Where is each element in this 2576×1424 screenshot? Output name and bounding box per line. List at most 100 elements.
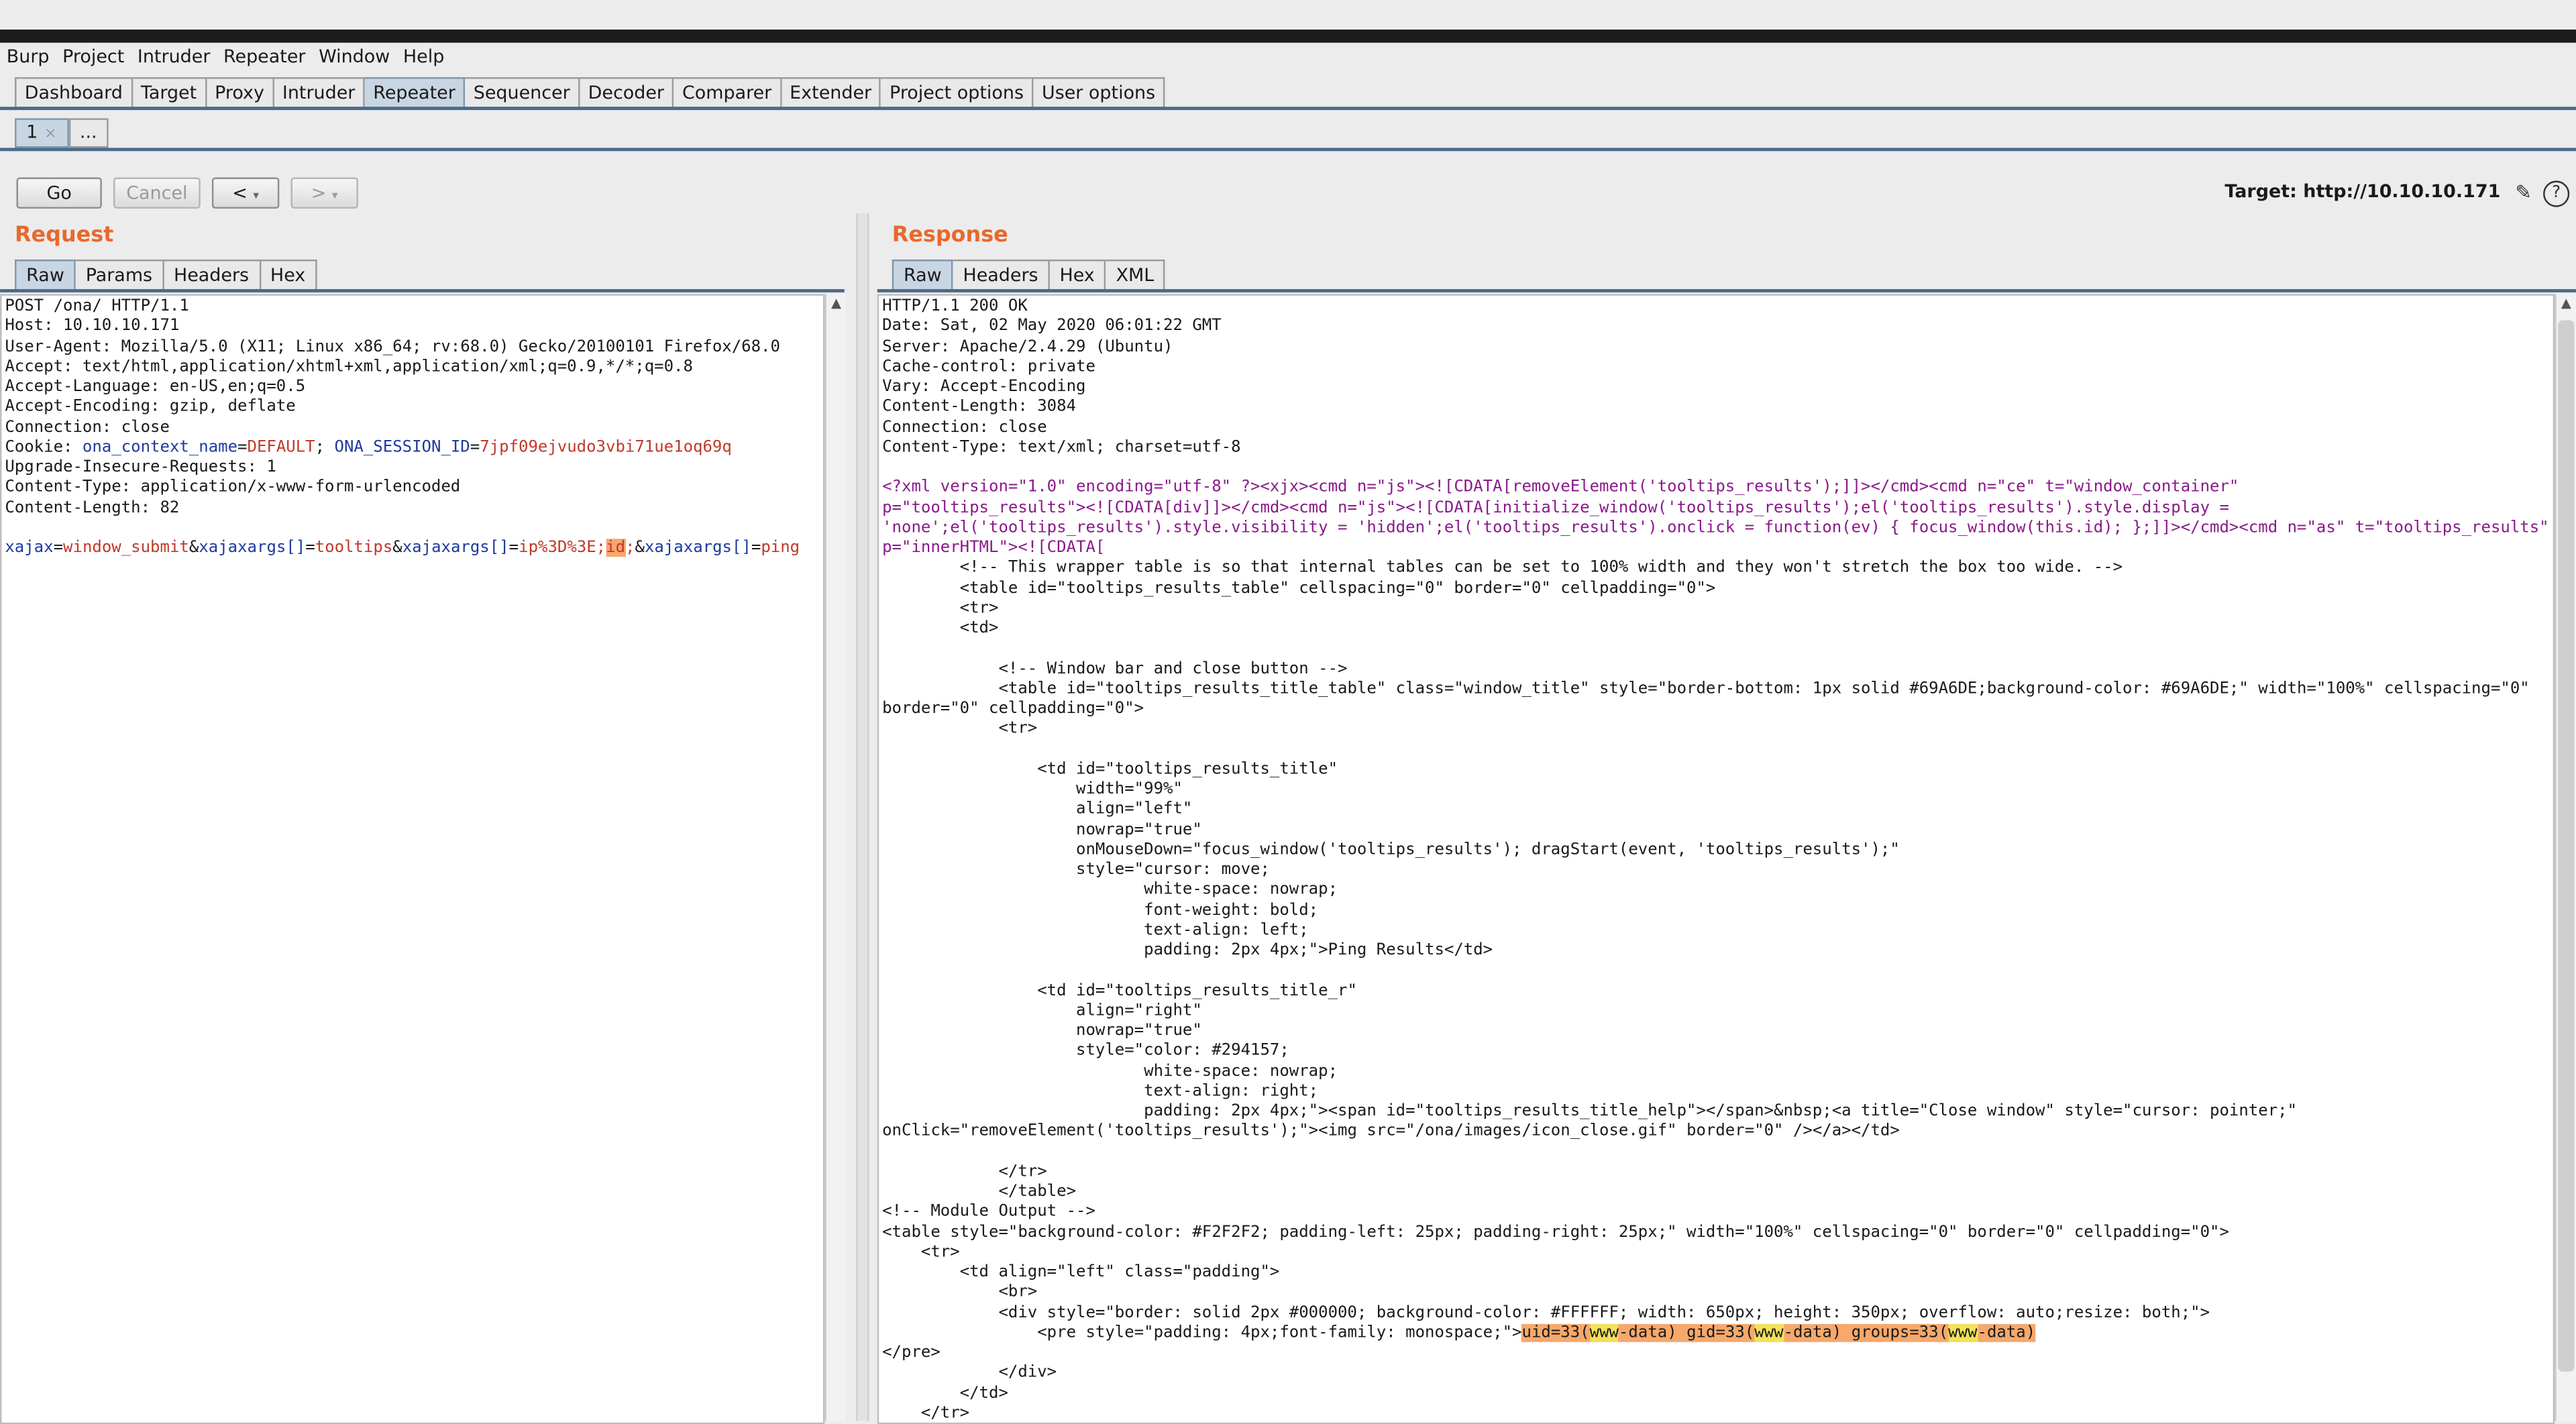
cookie-value: 7jpf09ejvudo3vbi71ue1oq69q xyxy=(480,438,732,457)
response-tab-headers[interactable]: Headers xyxy=(953,259,1050,291)
request-line: Host: 10.10.10.171 xyxy=(5,317,180,336)
tab-sequencer[interactable]: Sequencer xyxy=(465,77,580,109)
close-icon[interactable]: × xyxy=(44,127,56,143)
request-editor[interactable]: POST /ona/ HTTP/1.1 Host: 10.10.10.171 Use… xyxy=(0,294,825,1424)
response-line: text-align: left; xyxy=(882,921,1309,940)
response-line: HTTP/1.1 200 OK xyxy=(882,297,1028,316)
menu-intruder[interactable]: Intruder xyxy=(131,44,217,70)
request-line: Content-Type: application/x-www-form-url… xyxy=(5,478,461,497)
response-line: onClick="removeElement('tooltips_results… xyxy=(882,1122,1900,1141)
response-line: padding: 2px 4px;"><span id="tooltips_re… xyxy=(882,1102,2298,1121)
response-line: </td> xyxy=(882,1384,1008,1403)
cancel-button[interactable]: Cancel xyxy=(113,177,201,209)
request-text: POST /ona/ HTTP/1.1 Host: 10.10.10.171 Use… xyxy=(1,296,822,561)
request-line: User-Agent: Mozilla/5.0 (X11; Linux x86_… xyxy=(5,337,780,356)
output-text: www xyxy=(1754,1323,1784,1342)
param-value: ping xyxy=(761,539,800,557)
main-tab-bar: Dashboard Target Proxy Intruder Repeater… xyxy=(15,77,1165,109)
request-tab-divider xyxy=(0,289,845,292)
menu-help[interactable]: Help xyxy=(396,44,451,70)
request-tab-raw[interactable]: Raw xyxy=(15,259,76,291)
response-line xyxy=(882,1142,2550,1162)
response-line: nowrap="true" xyxy=(882,820,1202,839)
tab-repeater[interactable]: Repeater xyxy=(365,77,466,109)
request-line: Connection: close xyxy=(5,418,170,437)
help-icon[interactable]: ? xyxy=(2543,180,2570,207)
tab-extender[interactable]: Extender xyxy=(781,77,881,109)
xml-line: p="tooltips_results"><![CDATA[div]]></cm… xyxy=(882,498,2229,517)
response-line: <table id="tooltips_results_title_table"… xyxy=(882,679,2530,698)
response-tab-raw[interactable]: Raw xyxy=(892,259,953,291)
response-editor[interactable]: HTTP/1.1 200 OK Date: Sat, 02 May 2020 06… xyxy=(877,294,2555,1424)
chevron-down-icon: ▾ xyxy=(253,188,259,203)
response-tab-divider xyxy=(877,289,2576,292)
repeater-tab-1[interactable]: 1 × xyxy=(15,118,68,148)
request-line: Accept: text/html,application/xhtml+xml,… xyxy=(5,358,693,376)
response-line: width="99%" xyxy=(882,780,1183,799)
request-tab-hex[interactable]: Hex xyxy=(260,259,317,291)
menu-burp[interactable]: Burp xyxy=(0,44,56,70)
response-line: </table> xyxy=(882,1183,1077,1201)
response-line: Content-Length: 3084 xyxy=(882,398,1077,417)
response-line: Date: Sat, 02 May 2020 06:01:22 GMT xyxy=(882,317,1222,336)
response-line: onMouseDown="focus_window('tooltips_resu… xyxy=(882,840,1900,859)
response-line: Vary: Accept-Encoding xyxy=(882,378,1086,396)
command-output: uid=33(www-data) gid=33(www-data) groups… xyxy=(1521,1323,2036,1342)
response-line: font-weight: bold; xyxy=(882,901,1319,920)
param-value: ip%3D%3E; xyxy=(519,539,606,557)
request-tab-headers[interactable]: Headers xyxy=(164,259,261,291)
output-text: -data) xyxy=(1977,1323,2036,1342)
param-value: window_submit xyxy=(63,539,189,557)
request-tabs: Raw Params Headers Hex xyxy=(15,259,317,291)
xml-line: 'none';el('tooltips_results').style.visi… xyxy=(882,518,2549,537)
request-scrollbar[interactable]: ▲ xyxy=(824,294,847,1421)
cookie-label: Cookie: xyxy=(5,438,83,457)
subtab-divider xyxy=(0,148,2576,152)
response-line: <table id="tooltips_results_table" cells… xyxy=(882,579,1716,598)
output-text: -data) gid=33( xyxy=(1618,1323,1755,1342)
response-line: white-space: nowrap; xyxy=(882,1062,1338,1081)
tab-proxy[interactable]: Proxy xyxy=(206,77,274,109)
scrollbar-thumb[interactable] xyxy=(2558,320,2575,1372)
output-text: -data) groups=33( xyxy=(1783,1323,1949,1342)
menu-repeater[interactable]: Repeater xyxy=(217,44,312,70)
response-line: Cache-control: private xyxy=(882,358,1095,376)
cookie-key: ONA_SESSION_ID xyxy=(334,438,470,457)
forward-label: > xyxy=(311,182,327,204)
param-key: xajax xyxy=(5,539,54,557)
response-tail-lines: </pre> </div> </td> </tr> xyxy=(882,1344,2550,1423)
tab-intruder[interactable]: Intruder xyxy=(274,77,366,109)
response-tab-hex[interactable]: Hex xyxy=(1049,259,1106,291)
param-value: ; xyxy=(625,539,635,557)
response-line: </div> xyxy=(882,1364,1057,1382)
menu-project[interactable]: Project xyxy=(56,44,131,70)
scroll-up-icon[interactable]: ▲ xyxy=(826,294,846,313)
go-button[interactable]: Go xyxy=(16,177,102,209)
response-line xyxy=(882,961,2550,981)
tab-user-options[interactable]: User options xyxy=(1033,77,1165,109)
tab-comparer[interactable]: Comparer xyxy=(674,77,782,109)
highlighted-payload: id xyxy=(606,539,626,557)
back-button[interactable]: < ▾ xyxy=(211,177,280,209)
tab-project-options[interactable]: Project options xyxy=(881,77,1034,109)
response-line: </pre> xyxy=(882,1344,941,1362)
split-pane-divider[interactable] xyxy=(855,213,869,1421)
tab-dashboard[interactable]: Dashboard xyxy=(15,77,133,109)
scroll-up-icon[interactable]: ▲ xyxy=(2557,294,2576,313)
request-body: xajax=window_submit&xajaxargs[]=tooltips… xyxy=(5,539,800,557)
request-line: POST /ona/ HTTP/1.1 xyxy=(5,297,189,316)
response-line: <!-- This wrapper table is so that inter… xyxy=(882,559,2123,578)
request-line: Accept-Encoding: gzip, deflate xyxy=(5,398,296,417)
window-titlebar xyxy=(0,30,2576,43)
menu-window[interactable]: Window xyxy=(312,44,396,70)
response-tab-xml[interactable]: XML xyxy=(1106,259,1166,291)
repeater-tab-new[interactable]: ... xyxy=(68,118,109,148)
forward-button[interactable]: > ▾ xyxy=(290,177,358,209)
request-line: Accept-Language: en-US,en;q=0.5 xyxy=(5,378,306,396)
pencil-icon[interactable]: ✎ xyxy=(2512,180,2535,203)
response-scrollbar[interactable]: ▲ xyxy=(2555,294,2576,1421)
tab-decoder[interactable]: Decoder xyxy=(580,77,674,109)
tab-target[interactable]: Target xyxy=(132,77,207,109)
response-tabs: Raw Headers Hex XML xyxy=(892,259,1166,291)
request-tab-params[interactable]: Params xyxy=(75,259,164,291)
